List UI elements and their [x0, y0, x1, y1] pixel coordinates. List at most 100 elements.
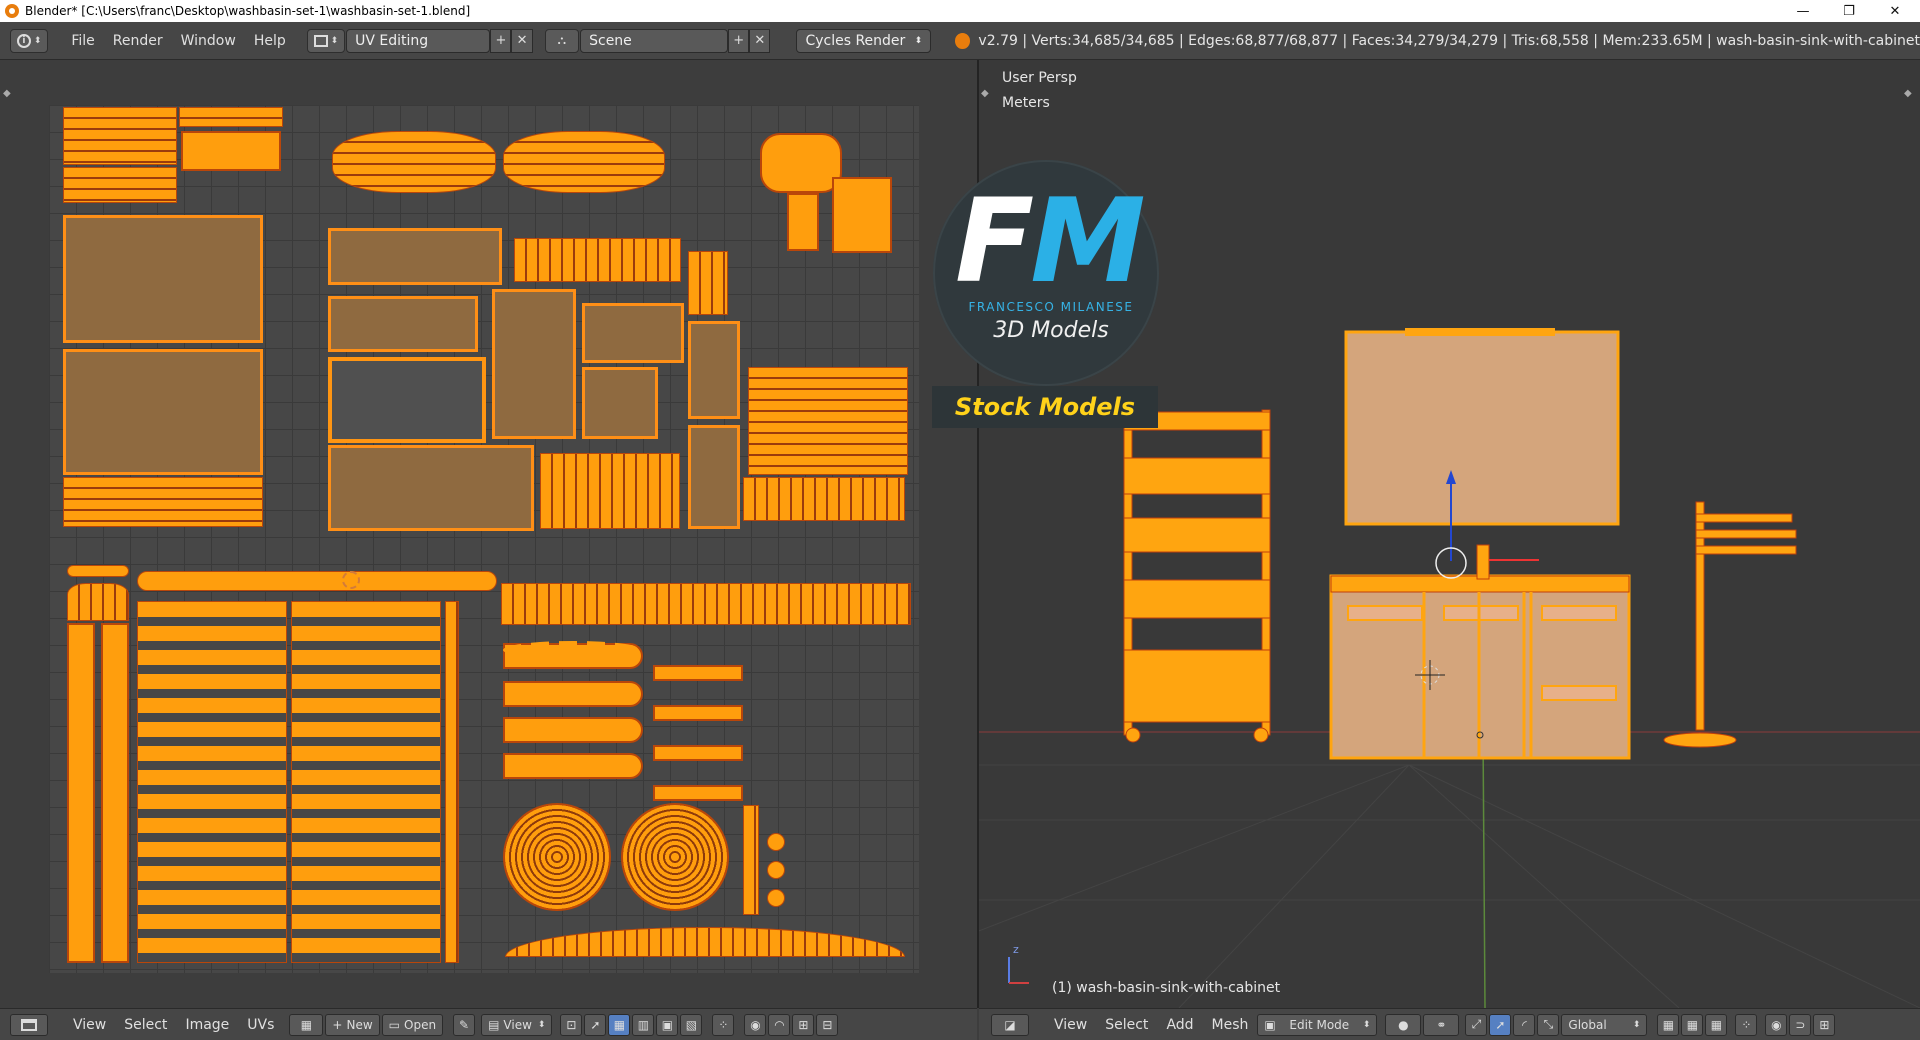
vertex-select-button[interactable]: ▦: [608, 1013, 631, 1036]
uv-island: [328, 296, 478, 352]
close-window-button[interactable]: ✕: [1872, 0, 1918, 22]
falloff-dropdown[interactable]: ◠: [768, 1013, 791, 1036]
add-screen-button[interactable]: +: [490, 28, 512, 53]
layer-icon: ▦: [1710, 1017, 1723, 1032]
folder-icon: ▭: [388, 1017, 401, 1032]
screen-layout-selector[interactable]: ⬍: [306, 28, 346, 53]
scene-selector[interactable]: ⛬: [544, 28, 580, 53]
toolbar-expand-icon[interactable]: ◆: [981, 88, 989, 99]
editor-type-selector[interactable]: i ⬍: [10, 28, 49, 53]
translate-manipulator-button[interactable]: ➚: [1489, 1013, 1512, 1036]
edit-mode-icon: ▣: [1264, 1017, 1276, 1032]
uv-island: [748, 367, 908, 475]
cube-icon: ◪: [1004, 1017, 1016, 1032]
uv-island: [787, 193, 819, 251]
properties-expand-icon[interactable]: ◆: [1904, 88, 1912, 99]
active-object-label: (1) wash-basin-sink-with-cabinet: [1052, 980, 1281, 996]
pivot-point-dropdown[interactable]: ⚭: [1423, 1013, 1460, 1036]
sticky-select-dropdown[interactable]: ⁘: [712, 1013, 735, 1036]
scale-manipulator-button[interactable]: ⤡: [1537, 1013, 1560, 1036]
restore-button[interactable]: ❐: [1826, 0, 1872, 22]
uv-image-editor[interactable]: ◆: [0, 60, 977, 1008]
viewport-editor-type-selector[interactable]: ◪: [991, 1013, 1029, 1036]
pin-button[interactable]: ✎: [453, 1013, 476, 1036]
occlude-geometry-button[interactable]: ⁘: [1735, 1013, 1758, 1036]
render-engine-dropdown[interactable]: Cycles Render ⬍: [796, 28, 932, 53]
cabinet-mesh: [1329, 544, 1631, 760]
interaction-mode-dropdown[interactable]: ▣ Edit Mode ⬍: [1257, 1013, 1378, 1036]
snap-button[interactable]: ⊞: [792, 1013, 815, 1036]
add-scene-button[interactable]: +: [728, 28, 750, 53]
uv-island: [181, 131, 281, 171]
transform-orientation-dropdown[interactable]: Global ⬍: [1561, 1013, 1648, 1036]
image-browse-button[interactable]: ▦: [289, 1013, 324, 1036]
uv-island: [179, 107, 283, 127]
sync-selection-button[interactable]: ➚: [584, 1013, 607, 1036]
uv-grid[interactable]: [49, 105, 919, 973]
render-engine-label: Cycles Render: [805, 32, 906, 49]
snap-toggle[interactable]: ⊃: [1789, 1013, 1812, 1036]
screen-layout-field[interactable]: UV Editing: [346, 28, 491, 53]
new-image-button[interactable]: + New: [325, 1013, 380, 1036]
view-mode-dropdown[interactable]: ▤ View ⬍: [481, 1013, 553, 1036]
uv-editor-type-selector[interactable]: [10, 1013, 48, 1036]
vp-menu-select[interactable]: Select: [1096, 1017, 1157, 1033]
snap-target-button[interactable]: ⊟: [816, 1013, 839, 1036]
face-select-button[interactable]: ▣: [656, 1013, 679, 1036]
edge-select-icon: ▥: [637, 1017, 650, 1032]
proportional-edit-button[interactable]: ◉: [1765, 1013, 1788, 1036]
edge-select-button[interactable]: ▥: [632, 1013, 655, 1036]
menu-help[interactable]: Help: [245, 33, 295, 49]
uv-island: [582, 303, 684, 363]
uv-island: [137, 571, 497, 591]
layers-button-2[interactable]: ▦: [1681, 1013, 1704, 1036]
remove-scene-button[interactable]: ✕: [749, 28, 771, 53]
shading-dropdown[interactable]: ●: [1385, 1013, 1422, 1036]
uv-island: [653, 745, 743, 761]
uv-island: [328, 357, 486, 443]
uv-island: [767, 861, 785, 879]
snap-element-button[interactable]: ⊞: [1813, 1013, 1836, 1036]
vertex-select-icon: ▦: [613, 1017, 626, 1032]
view-icon: ▤: [488, 1017, 500, 1032]
uv-island: [505, 927, 905, 957]
layers-button[interactable]: ▦: [1657, 1013, 1680, 1036]
scene-stats: v2.79 | Verts:34,685/34,685 | Edges:68,8…: [978, 32, 1920, 49]
uv-menu-select[interactable]: Select: [115, 1017, 176, 1033]
watermark-tagline: 3D Models: [993, 318, 1109, 343]
open-image-button[interactable]: ▭ Open: [381, 1013, 444, 1036]
remove-screen-button[interactable]: ✕: [511, 28, 533, 53]
uv-island: [582, 367, 658, 439]
cursor-arrow-icon: ➚: [590, 1017, 601, 1032]
layers-button-3[interactable]: ▦: [1705, 1013, 1728, 1036]
scene-field[interactable]: Scene: [580, 28, 729, 53]
uv-island: [760, 133, 842, 193]
uv-island: [328, 228, 502, 285]
vp-menu-add[interactable]: Add: [1157, 1017, 1202, 1033]
uv-island: [445, 601, 459, 963]
rotate-manipulator-button[interactable]: ◜: [1513, 1013, 1536, 1036]
proportional-edit-icon: ◉: [750, 1017, 761, 1032]
manipulator-toggle[interactable]: ⤢: [1465, 1013, 1488, 1036]
uv-island: [503, 681, 643, 707]
island-select-button[interactable]: ▧: [680, 1013, 703, 1036]
updown-arrows-icon: ⬍: [537, 1019, 546, 1030]
minimize-button[interactable]: —: [1780, 0, 1826, 22]
proportional-edit-dropdown[interactable]: ◉: [744, 1013, 767, 1036]
uv-island: [514, 238, 681, 282]
watermark-author: FRANCESCO MILANESE: [968, 300, 1134, 314]
vp-menu-mesh[interactable]: Mesh: [1203, 1017, 1258, 1033]
uv-menu-uvs[interactable]: UVs: [238, 1017, 283, 1033]
uv-island: [503, 753, 643, 779]
updown-arrows-icon: ⬍: [33, 35, 42, 46]
uv-menu-view[interactable]: View: [64, 1017, 115, 1033]
pivot-button[interactable]: ⊡: [560, 1013, 583, 1036]
watermark-fm-text: FM: [955, 184, 1146, 300]
uv-menu-image[interactable]: Image: [176, 1017, 238, 1033]
menu-window[interactable]: Window: [172, 33, 245, 49]
vp-menu-view[interactable]: View: [1045, 1017, 1096, 1033]
menu-render[interactable]: Render: [104, 33, 172, 49]
menu-file[interactable]: File: [62, 33, 103, 49]
toolbar-expand-icon[interactable]: ◆: [3, 88, 11, 99]
image-icon: ▦: [300, 1017, 313, 1032]
